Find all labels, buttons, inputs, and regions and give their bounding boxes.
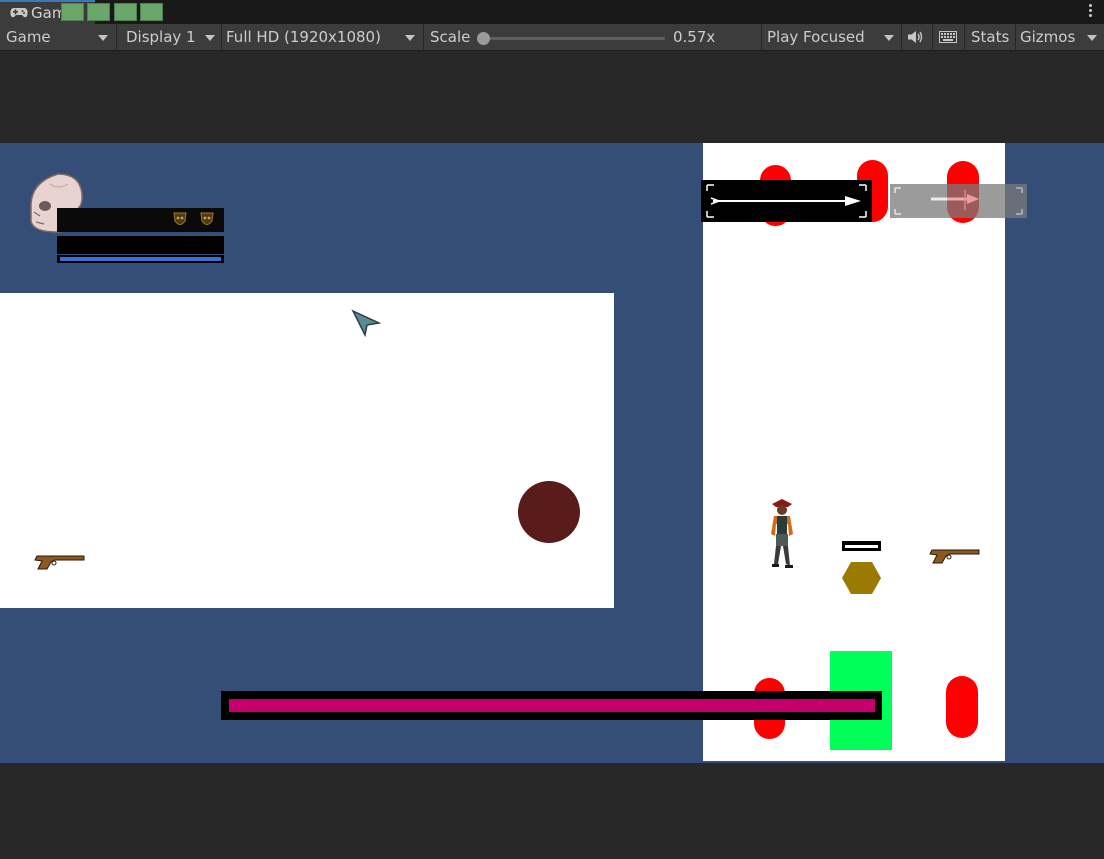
tab-bar <box>0 0 1104 24</box>
gizmos-button[interactable]: Gizmos <box>1020 24 1075 50</box>
scale-slider-track[interactable] <box>483 37 665 40</box>
divider <box>761 24 762 50</box>
pistol-icon <box>34 555 85 570</box>
divider <box>932 24 933 50</box>
cursor-arrow-icon <box>351 309 381 337</box>
scale-slider-thumb[interactable] <box>477 32 490 45</box>
display-dropdown[interactable]: Display 1 <box>126 24 196 50</box>
keyboard-icon[interactable] <box>939 31 957 43</box>
mask-icon <box>200 212 214 225</box>
boss-health-bar-fill <box>229 699 875 712</box>
gamepad-icon <box>10 8 28 18</box>
weapon-slot-selected[interactable] <box>701 180 872 222</box>
spear-icon <box>894 187 1023 215</box>
pistol-icon <box>929 549 980 564</box>
health-segment <box>87 3 110 21</box>
pirate-character <box>771 499 793 568</box>
enemy-health-bar-fill <box>845 545 878 548</box>
chevron-down-icon <box>884 35 894 41</box>
hexagon <box>842 562 881 594</box>
weapon-slot[interactable] <box>890 184 1027 218</box>
divider <box>1015 24 1016 50</box>
chevron-down-icon <box>98 35 108 41</box>
scale-value: 0.57x <box>673 28 716 46</box>
divider <box>423 24 424 50</box>
white-panel-left <box>0 293 614 608</box>
health-segment <box>140 3 163 21</box>
red-pill <box>946 676 978 738</box>
chevron-down-icon <box>405 35 415 41</box>
chevron-down-icon[interactable] <box>1087 35 1097 41</box>
stats-button[interactable]: Stats <box>971 24 1009 50</box>
scale-label: Scale <box>430 28 471 46</box>
health-segment <box>61 3 84 21</box>
spear-icon <box>706 184 867 218</box>
divider <box>116 24 117 50</box>
speaker-icon[interactable] <box>907 30 924 44</box>
kebab-menu-icon[interactable] <box>1088 3 1094 19</box>
display-mode-dropdown[interactable]: Game <box>6 24 51 50</box>
experience-bar-fill <box>60 257 221 261</box>
divider <box>964 24 965 50</box>
divider <box>221 24 222 50</box>
play-mode-dropdown[interactable]: Play Focused <box>767 24 865 50</box>
divider <box>901 24 902 50</box>
dark-red-circle <box>518 481 580 543</box>
mask-icon <box>173 212 187 225</box>
resolution-dropdown[interactable]: Full HD (1920x1080) <box>226 24 381 50</box>
stamina-bar <box>57 236 224 254</box>
health-segment <box>114 3 137 21</box>
chevron-down-icon <box>205 35 215 41</box>
